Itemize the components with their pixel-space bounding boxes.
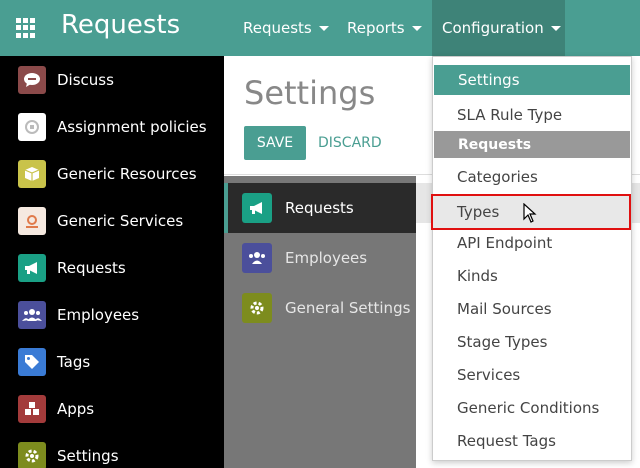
sidebar-item-label: Employees <box>57 305 140 324</box>
app-sidebar: Discuss Assignment policies Generic Reso… <box>0 56 224 468</box>
caret-down-icon <box>318 25 329 31</box>
dropdown-item-sla-rule-type[interactable]: SLA Rule Type <box>433 98 631 131</box>
top-navbar: Requests Requests Reports Configuration <box>0 0 640 56</box>
sidebar-item-requests[interactable]: Requests <box>0 244 224 291</box>
dropdown-item-request-tags[interactable]: Request Tags <box>433 424 631 457</box>
app-title: Requests <box>61 10 181 40</box>
megaphone-icon <box>18 253 46 282</box>
settings-tab-label: Employees <box>285 249 368 267</box>
settings-tab-requests[interactable]: Requests <box>224 183 416 233</box>
sidebar-item-label: Generic Services <box>57 211 184 230</box>
menu-reports-label: Reports <box>347 19 405 37</box>
caret-down-icon <box>411 25 422 31</box>
caret-down-icon <box>550 25 561 31</box>
dropdown-item-services[interactable]: Services <box>433 358 631 391</box>
dropdown-item-generic-conditions[interactable]: Generic Conditions <box>433 391 631 424</box>
sidebar-item-apps[interactable]: Apps <box>0 385 224 432</box>
sidebar-item-label: Generic Resources <box>57 164 197 183</box>
apps-grid-icon[interactable] <box>16 18 36 38</box>
sidebar-item-label: Tags <box>57 352 91 371</box>
megaphone-icon <box>242 193 272 223</box>
dropdown-item-mail-sources[interactable]: Mail Sources <box>433 292 631 325</box>
chat-bubble-icon <box>18 65 46 94</box>
menu-configuration-label: Configuration <box>442 19 544 37</box>
gear-icon <box>242 293 272 323</box>
settings-tab-general[interactable]: General Settings <box>224 283 416 333</box>
dropdown-item-stage-types[interactable]: Stage Types <box>433 325 631 358</box>
settings-tab-employees[interactable]: Employees <box>224 233 416 283</box>
dropdown-item-categories[interactable]: Categories <box>433 160 631 193</box>
sidebar-item-label: Settings <box>57 446 119 465</box>
discard-button[interactable]: DISCARD <box>318 126 382 160</box>
service-gear-icon <box>18 206 46 235</box>
sidebar-item-assignment-policies[interactable]: Assignment policies <box>0 103 224 150</box>
sidebar-item-settings[interactable]: Settings <box>0 432 224 468</box>
sidebar-item-tags[interactable]: Tags <box>0 338 224 385</box>
users-icon <box>18 300 46 329</box>
cube-icon <box>18 159 46 188</box>
page-title: Settings <box>244 74 376 112</box>
dropdown-item-kinds[interactable]: Kinds <box>433 259 631 292</box>
sidebar-item-employees[interactable]: Employees <box>0 291 224 338</box>
gear-icon <box>18 441 46 468</box>
menu-requests-label: Requests <box>243 19 312 37</box>
menu-configuration[interactable]: Configuration <box>432 0 565 56</box>
dropdown-item-settings[interactable]: Settings <box>434 65 630 95</box>
policy-icon <box>18 112 46 141</box>
menu-reports[interactable]: Reports <box>337 0 432 56</box>
dropdown-item-api-endpoint[interactable]: API Endpoint <box>433 226 631 259</box>
sidebar-item-label: Apps <box>57 399 95 418</box>
save-button[interactable]: SAVE <box>244 126 306 160</box>
settings-app-list: Requests Employees General Settings <box>224 176 416 468</box>
sidebar-item-generic-resources[interactable]: Generic Resources <box>0 150 224 197</box>
settings-tab-label: General Settings <box>285 299 411 317</box>
settings-tab-label: Requests <box>285 199 354 217</box>
sidebar-item-label: Assignment policies <box>57 117 207 136</box>
configuration-dropdown: Settings SLA Rule Type Requests Categori… <box>431 56 632 461</box>
users-icon <box>242 243 272 273</box>
mouse-cursor-icon <box>523 203 537 223</box>
menu-requests[interactable]: Requests <box>233 0 339 56</box>
dropdown-section-requests: Requests <box>434 131 630 158</box>
sidebar-item-label: Requests <box>57 258 126 277</box>
sidebar-item-generic-services[interactable]: Generic Services <box>0 197 224 244</box>
apps-cubes-icon <box>18 394 46 423</box>
sidebar-item-label: Discuss <box>57 70 114 89</box>
sidebar-item-discuss[interactable]: Discuss <box>0 56 224 103</box>
tag-icon <box>18 347 46 376</box>
